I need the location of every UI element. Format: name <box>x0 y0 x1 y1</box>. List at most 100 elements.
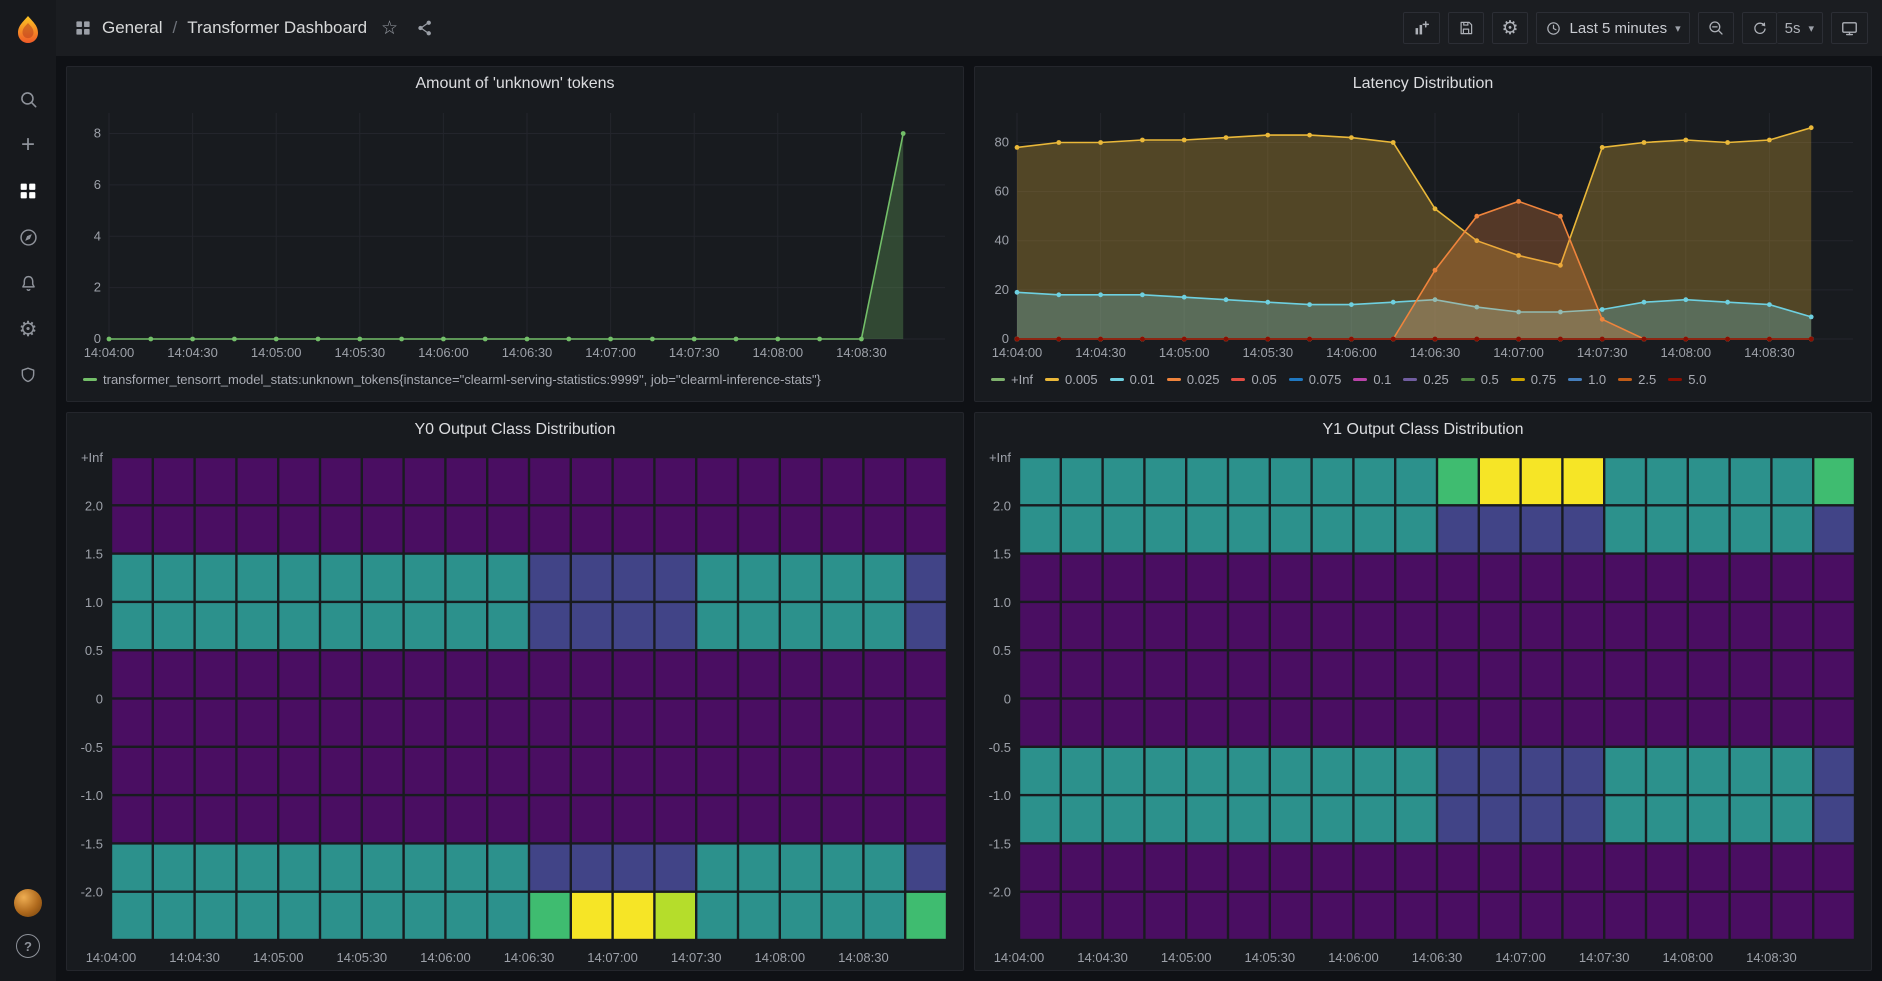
heatmap-cell <box>614 700 653 746</box>
sidebar-item-help[interactable]: ? <box>0 923 56 969</box>
heatmap-cell <box>363 507 402 553</box>
heatmap-cell <box>1355 458 1394 504</box>
series-point <box>1474 214 1479 219</box>
heatmap-cell <box>823 458 862 504</box>
dashboard-settings-button[interactable]: ⚙ <box>1492 12 1527 44</box>
legend-series-marker <box>991 378 1005 381</box>
heatmap-cell <box>1522 458 1561 504</box>
legend-item[interactable]: transformer_tensorrt_model_stats:unknown… <box>83 372 821 387</box>
star-dashboard-button[interactable]: ☆ <box>377 17 402 40</box>
breadcrumb-section[interactable]: General <box>102 18 162 38</box>
sidebar-item-create[interactable]: + <box>0 122 56 168</box>
series-point <box>274 337 279 342</box>
heatmap-cell <box>1104 845 1143 891</box>
sidebar-item-configuration[interactable]: ⚙ <box>0 306 56 352</box>
heatmap-cell <box>1271 893 1310 939</box>
heatmap-cell <box>1229 458 1268 504</box>
heatmap-cell <box>279 796 318 842</box>
series-point <box>1809 125 1814 130</box>
heatmap-chart-y1[interactable]: +Inf2.01.51.00.50-0.5-1.0-1.5-2.014:04:0… <box>975 447 1871 970</box>
user-avatar[interactable] <box>14 889 42 917</box>
legend-item[interactable]: 1.0 <box>1568 372 1606 387</box>
time-range-picker[interactable]: Last 5 minutes ▾ <box>1536 12 1690 44</box>
legend-item[interactable]: 0.5 <box>1461 372 1499 387</box>
heatmap-cell <box>1480 748 1519 794</box>
panel-title-bar[interactable]: Latency Distribution <box>975 67 1871 101</box>
legend-series-label: 0.01 <box>1130 372 1155 387</box>
legend-item[interactable]: 0.25 <box>1403 372 1448 387</box>
sidebar-item-dashboards[interactable] <box>0 168 56 214</box>
sidebar-item-server-admin[interactable] <box>0 352 56 398</box>
legend-item[interactable]: +Inf <box>991 372 1033 387</box>
sidebar-item-search[interactable] <box>0 76 56 122</box>
heatmap-cell <box>1355 893 1394 939</box>
heatmap-cell <box>1062 748 1101 794</box>
legend-item[interactable]: 0.75 <box>1511 372 1556 387</box>
panel-unknown-tokens: Amount of 'unknown' tokens 14:04:0014:04… <box>66 66 964 402</box>
axis-label: 14:08:30 <box>1746 950 1797 965</box>
add-panel-button[interactable] <box>1403 12 1440 44</box>
heatmap-cell <box>781 796 820 842</box>
heatmap-chart-y0[interactable]: +Inf2.01.51.00.50-0.5-1.0-1.5-2.014:04:0… <box>67 447 963 970</box>
heatmap-cell <box>1229 507 1268 553</box>
cycle-view-mode-button[interactable] <box>1831 12 1868 44</box>
heatmap-cell <box>112 458 151 504</box>
share-dashboard-button[interactable] <box>412 17 438 39</box>
heatmap-cell <box>112 748 151 794</box>
heatmap-cell <box>1731 796 1770 842</box>
axis-label: 14:04:00 <box>84 345 135 360</box>
breadcrumb-dashboard-title[interactable]: Transformer Dashboard <box>187 18 367 38</box>
series-point <box>1683 337 1688 342</box>
series-point <box>650 337 655 342</box>
heatmap-cell <box>1355 796 1394 842</box>
series-point <box>483 337 488 342</box>
legend-series-label: 0.005 <box>1065 372 1098 387</box>
legend-item[interactable]: 0.005 <box>1045 372 1098 387</box>
heatmap-cell <box>1689 603 1728 649</box>
heatmap-cell <box>1020 651 1059 697</box>
heatmap-cell <box>1271 603 1310 649</box>
panel-title-bar[interactable]: Y0 Output Class Distribution <box>67 413 963 447</box>
legend-item[interactable]: 0.1 <box>1353 372 1391 387</box>
heatmap-cell <box>321 458 360 504</box>
series-point <box>1767 138 1772 143</box>
sidebar-item-explore[interactable] <box>0 214 56 260</box>
heatmap-cell <box>1564 700 1603 746</box>
heatmap-cell <box>781 748 820 794</box>
series-point <box>1642 140 1647 145</box>
heatmap-cell <box>1480 555 1519 601</box>
series-point <box>1349 302 1354 307</box>
legend-item[interactable]: 0.01 <box>1110 372 1155 387</box>
zoom-out-button[interactable] <box>1698 12 1734 44</box>
heatmap-cell <box>906 507 945 553</box>
legend-item[interactable]: 0.05 <box>1231 372 1276 387</box>
sidebar-item-alerting[interactable] <box>0 260 56 306</box>
save-dashboard-button[interactable] <box>1448 12 1484 44</box>
heatmap-cell <box>1605 845 1644 891</box>
heatmap-cell <box>1313 555 1352 601</box>
heatmap-cell <box>1689 555 1728 601</box>
heatmap-cell <box>405 458 444 504</box>
heatmap-cell <box>447 458 486 504</box>
axis-label: 14:04:30 <box>169 950 220 965</box>
heatmap-cell <box>1104 458 1143 504</box>
heatmap-cell <box>1731 893 1770 939</box>
heatmap-cell <box>865 458 904 504</box>
legend-item[interactable]: 2.5 <box>1618 372 1656 387</box>
timeseries-chart-latency[interactable]: 14:04:0014:04:3014:05:0014:05:3014:06:00… <box>975 101 1871 365</box>
legend-item[interactable]: 5.0 <box>1668 372 1706 387</box>
timeseries-chart-unknown-tokens[interactable]: 14:04:0014:04:3014:05:0014:05:3014:06:00… <box>67 101 963 365</box>
panel-title-bar[interactable]: Amount of 'unknown' tokens <box>67 67 963 101</box>
axis-label: -1.5 <box>81 836 103 851</box>
heatmap-cell <box>1187 603 1226 649</box>
heatmap-cell <box>823 748 862 794</box>
panel-title-bar[interactable]: Y1 Output Class Distribution <box>975 413 1871 447</box>
refresh-button[interactable] <box>1742 12 1777 44</box>
heatmap-cell <box>697 893 736 939</box>
refresh-interval-picker[interactable]: 5s ▾ <box>1777 12 1823 44</box>
axis-label: 14:06:00 <box>420 950 471 965</box>
legend-item[interactable]: 0.075 <box>1289 372 1342 387</box>
legend-series-marker <box>1511 378 1525 381</box>
grafana-logo[interactable] <box>0 0 56 60</box>
legend-item[interactable]: 0.025 <box>1167 372 1220 387</box>
